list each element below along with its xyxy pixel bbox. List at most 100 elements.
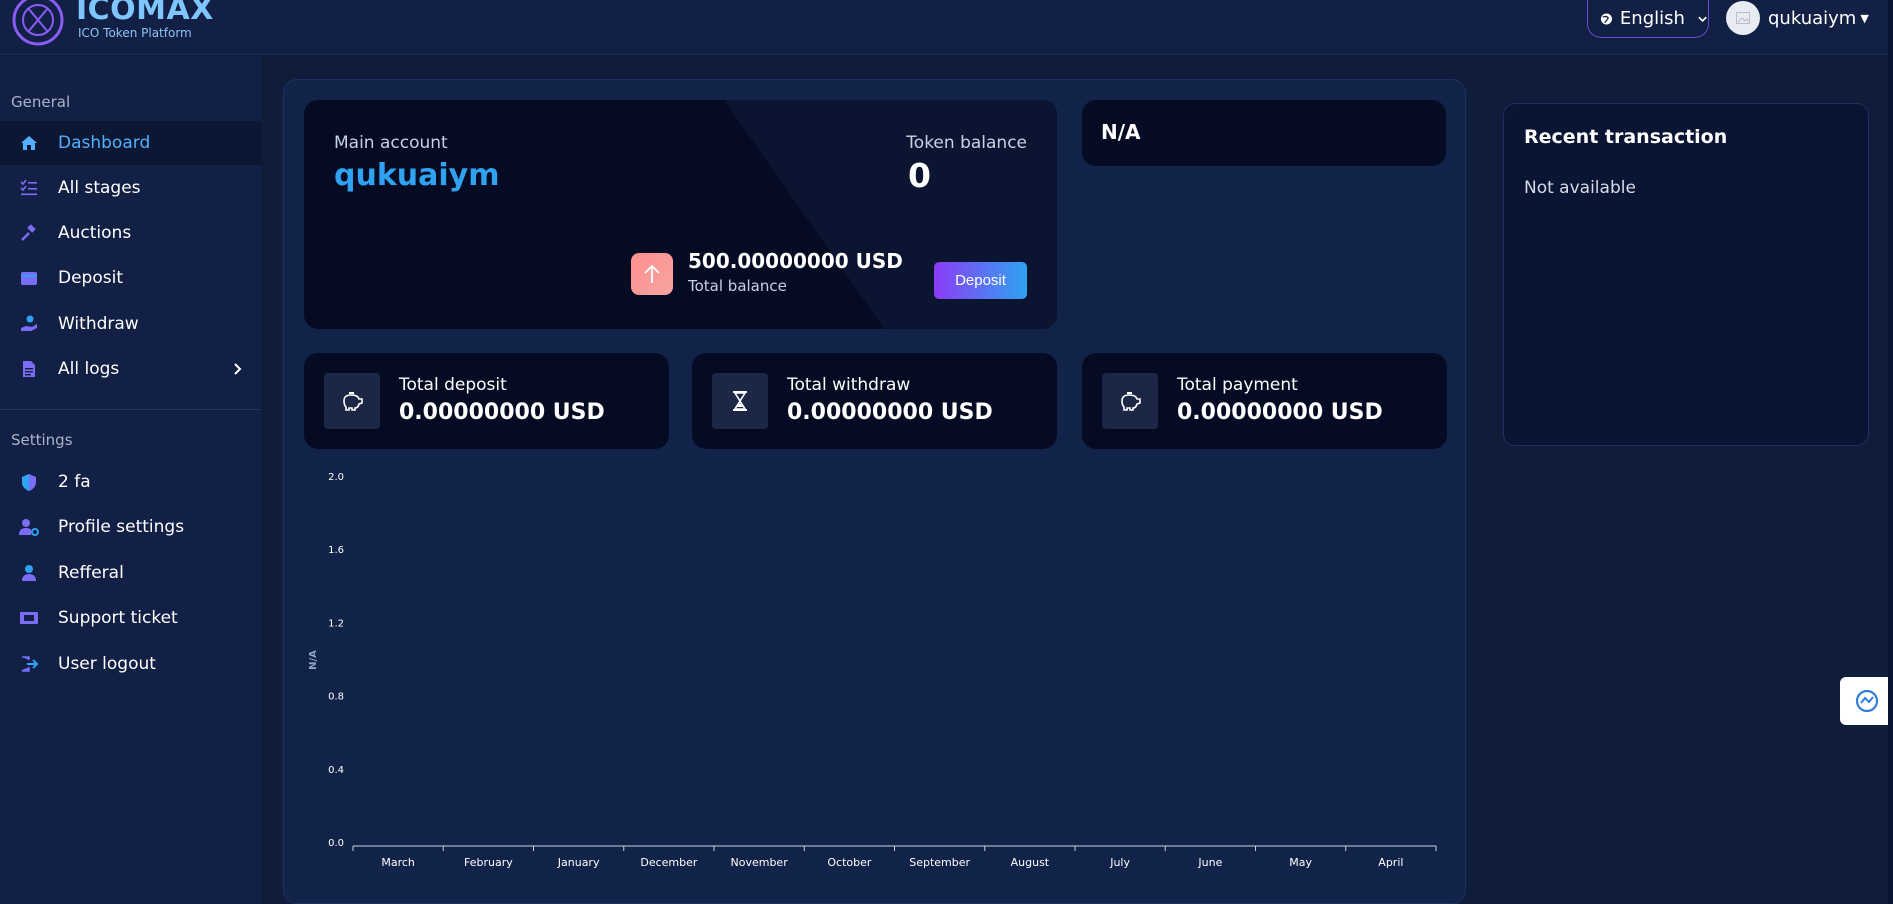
x-tick-label: August (1011, 856, 1050, 869)
y-tick-label: 2.0 (328, 472, 344, 483)
sidebar-item-deposit[interactable]: Deposit (0, 256, 261, 300)
total-deposit-card: Total deposit 0.00000000 USD (304, 353, 669, 449)
logo-icon (12, 0, 64, 46)
recent-transaction-title: Recent transaction (1524, 126, 1728, 148)
x-tick-label: May (1289, 856, 1312, 869)
total-balance-amount: 500.00000000 USD (688, 249, 903, 273)
y-tick-label: 0.0 (328, 838, 344, 849)
username-label: qukuaiym (1768, 7, 1857, 29)
sidebar-item-label: Refferal (58, 563, 124, 583)
shield-icon (18, 471, 40, 493)
sidebar-item-support-ticket[interactable]: Support ticket (0, 596, 261, 640)
sidebar-item-withdraw[interactable]: Withdraw (0, 302, 261, 346)
brand[interactable]: ICOMAX ICO Token Platform (10, 0, 214, 46)
sidebar-item-auctions[interactable]: Auctions (0, 211, 261, 255)
brand-name: ICOMAX (76, 0, 214, 27)
avatar (1726, 1, 1760, 35)
home-icon (18, 132, 40, 154)
caret-down-icon: ▼ (1860, 11, 1869, 25)
logout-icon (18, 653, 40, 675)
sidebar-item-label: Support ticket (58, 608, 178, 628)
sidebar-item-2fa[interactable]: 2 fa (0, 460, 261, 504)
deposit-button[interactable]: Deposit (934, 262, 1027, 299)
x-tick-label: October (827, 856, 871, 869)
sidebar-item-refferal[interactable]: Refferal (0, 551, 261, 595)
y-axis-label: N/A (308, 650, 319, 670)
wallet-icon (18, 267, 40, 289)
image-placeholder-icon (1736, 12, 1750, 24)
main-account-card: Main account qukuaiym Token balance 0 50… (304, 100, 1057, 329)
total-balance-label: Total balance (688, 277, 787, 295)
gavel-icon (18, 222, 40, 244)
x-tick-label: February (464, 856, 513, 869)
sidebar-section-settings: Settings (11, 431, 73, 449)
language-label: English (1619, 8, 1685, 29)
brand-tagline: ICO Token Platform (78, 26, 192, 40)
sidebar-item-label: Auctions (58, 223, 132, 243)
sidebar-item-user-logout[interactable]: User logout (0, 642, 261, 686)
stat-value: 0.00000000 USD (787, 400, 993, 425)
document-icon (18, 358, 40, 380)
y-tick-label: 0.4 (328, 765, 344, 776)
sidebar-item-label: User logout (58, 654, 156, 674)
sidebar-item-profile-settings[interactable]: Profile settings (0, 505, 261, 549)
sidebar-item-all-logs[interactable]: All logs (0, 347, 261, 391)
chevron-down-icon (1698, 16, 1707, 22)
piggy-bank-icon (1102, 373, 1158, 429)
main-account-username: qukuaiym (334, 158, 500, 193)
monthly-chart: 0.0 0.4 0.8 1.2 1.6 2.0 N/A March February Januar… (308, 472, 1437, 869)
top-bar: ICOMAX ICO Token Platform English qukuai… (0, 0, 1893, 55)
language-selector[interactable]: English (1587, 0, 1709, 38)
stat-label: Total withdraw (787, 375, 911, 395)
sidebar-item-label: Withdraw (58, 314, 139, 334)
sidebar-item-label: All stages (58, 178, 141, 198)
na-card: N/A (1082, 100, 1446, 166)
main-account-label: Main account (334, 133, 448, 153)
hand-coin-icon (18, 313, 40, 335)
chat-icon (1855, 689, 1878, 713)
recent-transaction-empty: Not available (1524, 178, 1636, 198)
sidebar-section-general: General (11, 93, 71, 111)
total-payment-card: Total payment 0.00000000 USD (1082, 353, 1447, 449)
total-withdraw-card: Total withdraw 0.00000000 USD (692, 353, 1057, 449)
stat-label: Total deposit (399, 375, 507, 395)
stat-value: 0.00000000 USD (399, 400, 605, 425)
chevron-right-icon (234, 363, 242, 375)
user-menu[interactable]: qukuaiym ▼ (1726, 0, 1869, 36)
user-icon (18, 562, 40, 584)
sidebar-divider (0, 409, 261, 410)
recent-transaction-panel: Recent transaction Not available (1503, 103, 1869, 446)
y-tick-label: 1.2 (328, 618, 344, 629)
x-tick-label: March (381, 856, 415, 869)
y-tick-label: 0.8 (328, 692, 344, 703)
x-tick-label: April (1378, 856, 1403, 869)
x-tick-label: September (909, 856, 970, 869)
stat-value: 0.00000000 USD (1177, 400, 1383, 425)
y-tick-label: 1.6 (328, 545, 344, 556)
sidebar-item-label: 2 fa (58, 472, 91, 492)
piggy-bank-icon (324, 373, 380, 429)
token-balance-label: Token balance (906, 133, 1027, 153)
sidebar-item-dashboard[interactable]: Dashboard (0, 121, 261, 165)
scrollbar[interactable] (1888, 0, 1893, 904)
sidebar: General Dashboard All stages Auctions De… (0, 56, 261, 904)
na-text: N/A (1101, 120, 1141, 144)
globe-icon (1600, 12, 1612, 25)
stat-label: Total payment (1177, 375, 1298, 395)
list-icon (18, 177, 40, 199)
sidebar-item-label: All logs (58, 359, 120, 379)
sidebar-item-label: Deposit (58, 268, 123, 288)
user-gear-icon (18, 516, 40, 538)
sidebar-item-all-stages[interactable]: All stages (0, 166, 261, 210)
x-tick-label: November (731, 856, 789, 869)
x-tick-label: July (1109, 856, 1130, 869)
token-balance-value: 0 (908, 156, 931, 195)
x-tick-label: December (640, 856, 698, 869)
x-tick-label: January (557, 856, 600, 869)
chat-widget-button[interactable] (1840, 677, 1893, 725)
hourglass-icon (712, 373, 768, 429)
x-tick-label: June (1197, 856, 1222, 869)
ticket-icon (18, 607, 40, 629)
sidebar-item-label: Dashboard (58, 133, 151, 153)
sidebar-item-label: Profile settings (58, 517, 185, 537)
